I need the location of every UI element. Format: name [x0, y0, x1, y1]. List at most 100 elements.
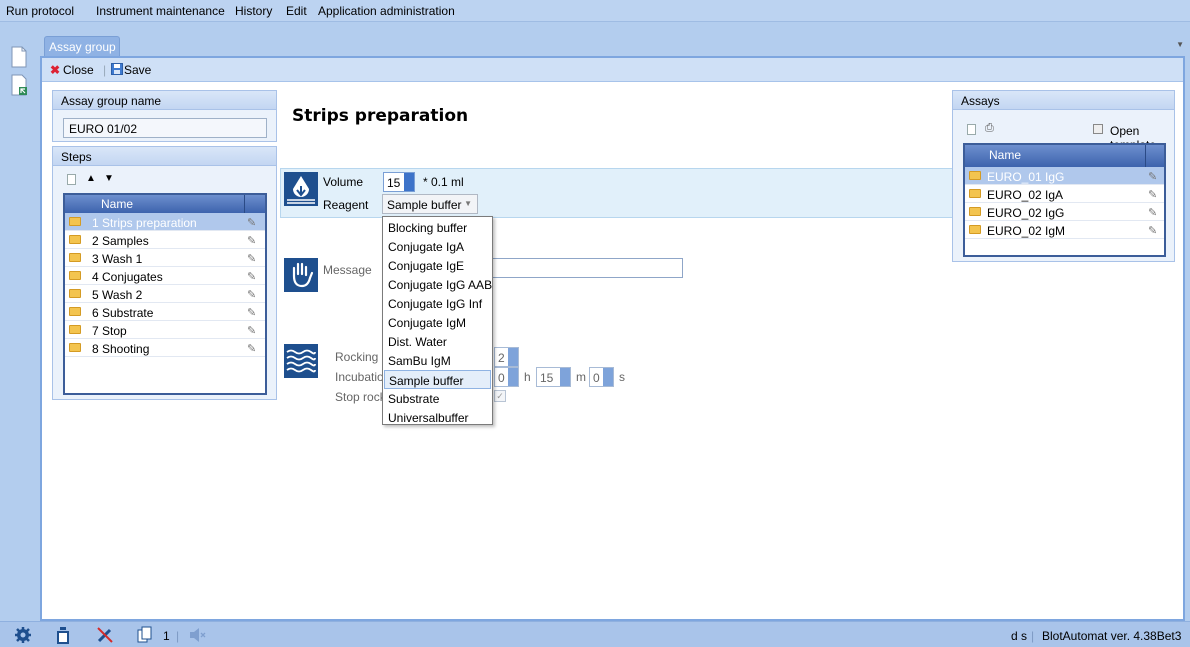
edit-icon[interactable]: ✎ — [247, 270, 256, 283]
column-divider — [244, 195, 245, 213]
rocking-stepper[interactable]: 2 — [494, 347, 519, 367]
edit-icon[interactable]: ✎ — [1148, 188, 1157, 201]
edit-icon[interactable]: ✎ — [247, 234, 256, 247]
dropdown-option[interactable]: SamBu IgM — [384, 351, 491, 370]
spin-button-icon[interactable] — [508, 348, 518, 366]
edit-icon[interactable]: ✎ — [1148, 224, 1157, 237]
step-row[interactable]: 8 Shooting ✎ — [65, 339, 265, 357]
dropdown-option[interactable]: Conjugate IgA — [384, 237, 491, 256]
spin-button-icon[interactable] — [603, 368, 613, 386]
dropdown-option-selected[interactable]: Sample buffer — [384, 370, 491, 389]
edit-icon[interactable]: ✎ — [1148, 170, 1157, 183]
spin-button-icon[interactable] — [508, 368, 518, 386]
rocking-waves-icon — [284, 344, 318, 378]
incubation-minutes-stepper[interactable]: 15 — [536, 367, 571, 387]
step-row[interactable]: 7 Stop ✎ — [65, 321, 265, 339]
assays-title: Assays — [953, 91, 1174, 110]
print-icon[interactable]: ⎙ — [985, 122, 994, 135]
dropdown-option[interactable]: Conjugate IgE — [384, 256, 491, 275]
spin-button-icon[interactable] — [560, 368, 570, 386]
syringe-disabled-icon[interactable] — [96, 626, 114, 644]
step-label: 4 Conjugates — [92, 270, 163, 284]
step-row[interactable]: 6 Substrate ✎ — [65, 303, 265, 321]
rocking-value: 2 — [498, 351, 505, 365]
step-label: 3 Wash 1 — [92, 252, 143, 266]
folder-icon — [69, 235, 81, 244]
assay-group-name-title: Assay group name — [53, 91, 276, 110]
dropdown-option[interactable]: Substrate — [384, 389, 491, 408]
edit-icon[interactable]: ✎ — [1148, 206, 1157, 219]
step-row[interactable]: 5 Wash 2 ✎ — [65, 285, 265, 303]
speaker-muted-icon[interactable] — [188, 626, 206, 644]
folder-icon — [69, 271, 81, 280]
hours-value: 0 — [498, 371, 505, 385]
step-row[interactable]: 1 Strips preparation ✎ — [65, 213, 265, 231]
step-label: 8 Shooting — [92, 342, 150, 356]
gear-icon[interactable] — [14, 626, 32, 644]
menu-history[interactable]: History — [235, 4, 272, 18]
dropdown-option[interactable]: Universalbuffer — [384, 408, 491, 427]
incubation-hours-stepper[interactable]: 0 — [494, 367, 519, 387]
save-icon[interactable] — [111, 63, 123, 75]
assays-grid-header: Name — [965, 145, 1164, 167]
menu-run-protocol[interactable]: Run protocol — [6, 4, 74, 18]
dispense-icon — [284, 172, 318, 206]
assay-label: EURO_01 IgG — [987, 170, 1065, 184]
step-row[interactable]: 2 Samples ✎ — [65, 231, 265, 249]
assays-column-name[interactable]: Name — [989, 148, 1021, 162]
status-separator: | — [176, 629, 180, 643]
edit-icon[interactable]: ✎ — [247, 252, 256, 265]
move-up-icon[interactable]: ▲ — [86, 173, 96, 184]
incubation-label: Incubatio — [335, 370, 384, 384]
edit-icon[interactable]: ✎ — [247, 342, 256, 355]
dropdown-option[interactable]: Dist. Water — [384, 332, 491, 351]
close-icon[interactable]: ✖ — [50, 63, 60, 77]
move-down-icon[interactable]: ▼ — [104, 173, 114, 184]
step-row[interactable]: 3 Wash 1 ✎ — [65, 249, 265, 267]
rocking-label: Rocking s — [335, 350, 388, 364]
dropdown-option[interactable]: Blocking buffer — [384, 218, 491, 237]
edit-icon[interactable]: ✎ — [247, 306, 256, 319]
tab-overflow-arrow-icon[interactable]: ▼ — [1176, 40, 1184, 49]
steps-column-name[interactable]: Name — [101, 197, 133, 211]
edit-icon[interactable]: ✎ — [247, 324, 256, 337]
assay-row[interactable]: EURO_02 IgM ✎ — [965, 221, 1164, 239]
close-button[interactable]: Close — [63, 63, 94, 77]
assay-row[interactable]: EURO_02 IgG ✎ — [965, 203, 1164, 221]
new-document-icon[interactable] — [10, 46, 28, 68]
menu-application-administration[interactable]: Application administration — [318, 4, 455, 18]
new-step-icon[interactable] — [67, 174, 76, 185]
dropdown-option[interactable]: Conjugate IgG Inf — [384, 294, 491, 313]
edit-icon[interactable]: ✎ — [247, 288, 256, 301]
dropdown-option[interactable]: Conjugate IgG AAB — [384, 275, 492, 294]
status-bar: 1 | d s | BlotAutomat ver. 4.38Bet3 — [0, 621, 1190, 647]
edit-icon[interactable]: ✎ — [247, 216, 256, 229]
incubation-seconds-stepper[interactable]: 0 — [589, 367, 614, 387]
assay-row[interactable]: EURO_02 IgA ✎ — [965, 185, 1164, 203]
tab-assay-group[interactable]: Assay group — [44, 36, 120, 56]
open-template-icon[interactable] — [1093, 124, 1103, 134]
reagent-select-value: Sample buffer — [387, 198, 462, 212]
volume-stepper[interactable]: 15 — [383, 172, 415, 192]
dropdown-option[interactable]: Conjugate IgM — [384, 313, 491, 332]
step-label: 1 Strips preparation — [92, 216, 197, 230]
menu-edit[interactable]: Edit — [286, 4, 307, 18]
bottle-icon[interactable] — [54, 626, 72, 644]
step-label: 7 Stop — [92, 324, 127, 338]
toolbar-separator: | — [103, 63, 107, 77]
documents-icon[interactable] — [136, 626, 154, 644]
menu-instrument-maintenance[interactable]: Instrument maintenance — [96, 4, 225, 18]
reagent-select[interactable]: Sample buffer ▼ — [382, 194, 478, 214]
step-row[interactable]: 4 Conjugates ✎ — [65, 267, 265, 285]
stop-rocking-checkbox[interactable]: ✓ — [494, 390, 506, 402]
hand-icon — [284, 258, 318, 292]
content-area: Assay group name EURO 01/02 Steps ▲ ▼ Na… — [42, 82, 1183, 619]
new-assay-icon[interactable] — [967, 124, 976, 135]
user-initials: d s — [1011, 629, 1028, 643]
message-input[interactable] — [492, 258, 683, 278]
save-button[interactable]: Save — [124, 63, 151, 77]
import-document-icon[interactable] — [10, 74, 28, 96]
spin-button-icon[interactable] — [404, 173, 414, 191]
assay-group-name-input[interactable]: EURO 01/02 — [63, 118, 267, 138]
assay-row[interactable]: EURO_01 IgG ✎ — [965, 167, 1164, 185]
